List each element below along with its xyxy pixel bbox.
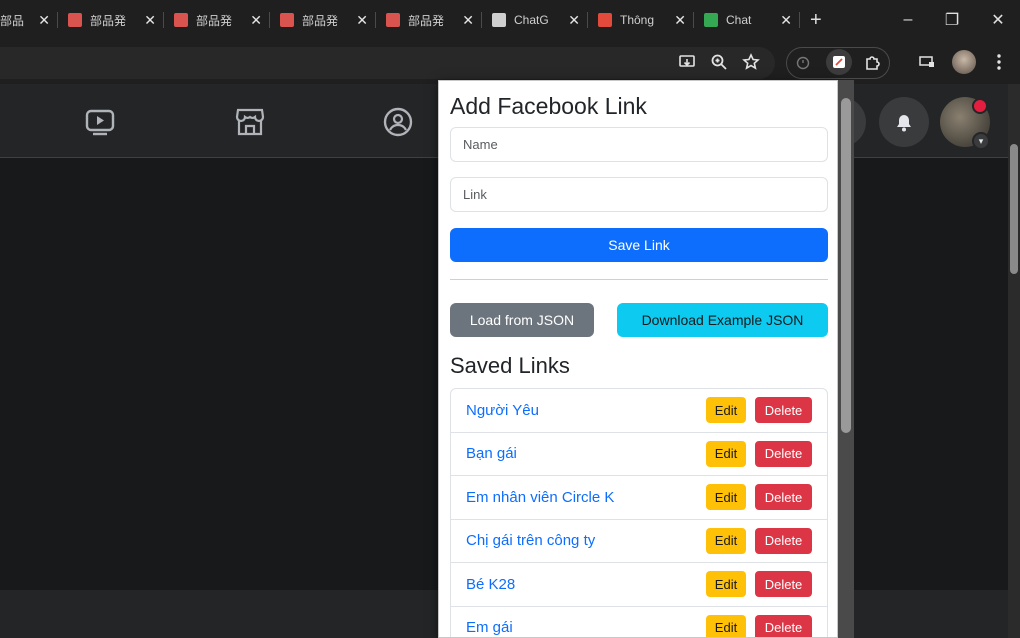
chart-icon [598,13,612,27]
tab-title: 部品発 [196,13,233,28]
close-tab-icon[interactable]: ✕ [250,12,262,29]
close-tab-icon[interactable]: ✕ [674,12,686,29]
name-input[interactable] [450,127,828,162]
delete-button[interactable]: Delete [755,614,812,637]
bookmark-star-icon[interactable] [740,51,762,73]
menu-dots-icon[interactable] [988,51,1010,73]
close-tab-icon[interactable]: ✕ [38,12,50,29]
extension-popup: Add Facebook Link Save Link Load from JS… [438,80,838,638]
browser-tab[interactable]: ChatG ✕ [482,0,588,40]
save-link-button[interactable]: Save Link [450,228,828,262]
edit-button[interactable]: Edit [706,484,746,511]
browser-tab[interactable]: 部品発 ✕ [376,0,482,40]
link-name[interactable]: Em nhân viên Circle K [466,489,706,506]
marketplace-icon[interactable] [234,106,266,138]
close-tab-icon[interactable]: ✕ [568,12,580,29]
browser-tab[interactable]: 部品発 ✕ [58,0,164,40]
page-scrollbar[interactable] [1008,84,1020,638]
popup-scrollbar[interactable] [838,80,854,638]
edit-button[interactable]: Edit [706,397,746,424]
tab-title: ChatG [514,13,549,27]
tab-title: Chat [726,13,752,27]
new-tab-button[interactable]: + [810,9,822,32]
link-row: Chị gái trên công ty Edit Delete [451,520,827,563]
page-scrollbar-thumb[interactable] [1010,144,1018,274]
cast-icon[interactable] [916,51,938,73]
browser-tab[interactable]: Chat ✕ [694,0,800,40]
bird-logo-icon [174,13,188,27]
close-tab-icon[interactable]: ✕ [462,12,474,29]
link-row: Bạn gái Edit Delete [451,433,827,476]
link-row: Người Yêu Edit Delete [451,389,827,433]
link-row: Bé K28 Edit Delete [451,563,827,607]
load-json-button[interactable]: Load from JSON [450,303,594,337]
popup-title: Add Facebook Link [450,93,647,119]
close-tab-icon[interactable]: ✕ [780,12,792,29]
divider [450,279,828,280]
link-row: Em nhân viên Circle K Edit Delete [451,476,827,520]
link-extension-icon[interactable] [826,49,852,75]
link-name[interactable]: Em gái [466,619,706,636]
tab-title: 部品発 [90,13,127,28]
watch-video-icon[interactable] [84,106,116,138]
edit-button[interactable]: Edit [706,527,746,554]
download-example-button[interactable]: Download Example JSON [617,303,828,337]
browser-toolbar [0,40,1020,84]
install-app-icon[interactable] [676,51,698,73]
extensions-puzzle-icon[interactable] [862,51,884,73]
delete-button[interactable]: Delete [755,440,812,467]
link-name[interactable]: Người Yêu [466,402,706,419]
tab-title: 部品発 [302,13,339,28]
edit-button[interactable]: Edit [706,440,746,467]
link-name[interactable]: Bé K28 [466,576,706,593]
bird-logo-icon [386,13,400,27]
tab-title: 部品発 [408,13,445,28]
zoom-icon[interactable] [708,51,730,73]
chatgpt-icon [492,13,506,27]
notifications-button[interactable] [879,97,929,147]
tab-title: 部品 [0,13,25,28]
groups-icon[interactable] [382,106,414,138]
link-input[interactable] [450,177,828,212]
edit-button[interactable]: Edit [706,614,746,637]
tab-strip: 部品 ✕ 部品発 ✕ 部品発 ✕ 部品発 ✕ 部品発 ✕ ChatG ✕ Thông ✕ Chat ✕ + [0,0,1020,40]
saved-links-list: Người Yêu Edit Delete Bạn gái Edit Delete Em n… [450,388,828,637]
bird-logo-icon [68,13,82,27]
link-name[interactable]: Bạn gái [466,445,706,462]
chat-icon [704,13,718,27]
browser-tab[interactable]: 部品発 ✕ [164,0,270,40]
timer-extension-icon[interactable] [792,51,814,73]
saved-links-heading: Saved Links [450,353,570,378]
address-bar[interactable] [0,47,775,79]
delete-button[interactable]: Delete [755,397,812,424]
browser-tab[interactable]: 部品発 ✕ [270,0,376,40]
bell-icon [897,115,911,132]
delete-button[interactable]: Delete [755,484,812,511]
minimize-button[interactable]: – [884,0,932,40]
browser-tab[interactable]: 部品 ✕ [0,0,58,40]
tab-title: Thông [620,13,655,27]
delete-button[interactable]: Delete [755,571,812,598]
restore-button[interactable]: ❐ [928,0,976,40]
close-tab-icon[interactable]: ✕ [356,12,368,29]
bird-logo-icon [280,13,294,27]
chevron-down-icon[interactable]: ▾ [972,132,990,150]
link-name[interactable]: Chị gái trên công ty [466,532,706,549]
edit-button[interactable]: Edit [706,571,746,598]
browser-tab[interactable]: Thông ✕ [588,0,694,40]
tab-list: 部品 ✕ 部品発 ✕ 部品発 ✕ 部品発 ✕ 部品発 ✕ ChatG ✕ Thông ✕ Chat ✕ [0,0,800,40]
close-window-button[interactable]: ✕ [974,0,1020,40]
link-row: Em gái Edit Delete [451,607,827,637]
delete-button[interactable]: Delete [755,527,812,554]
profile-avatar[interactable] [952,50,976,74]
notification-badge [972,98,988,114]
close-tab-icon[interactable]: ✕ [144,12,156,29]
popup-scrollbar-thumb[interactable] [841,98,851,433]
